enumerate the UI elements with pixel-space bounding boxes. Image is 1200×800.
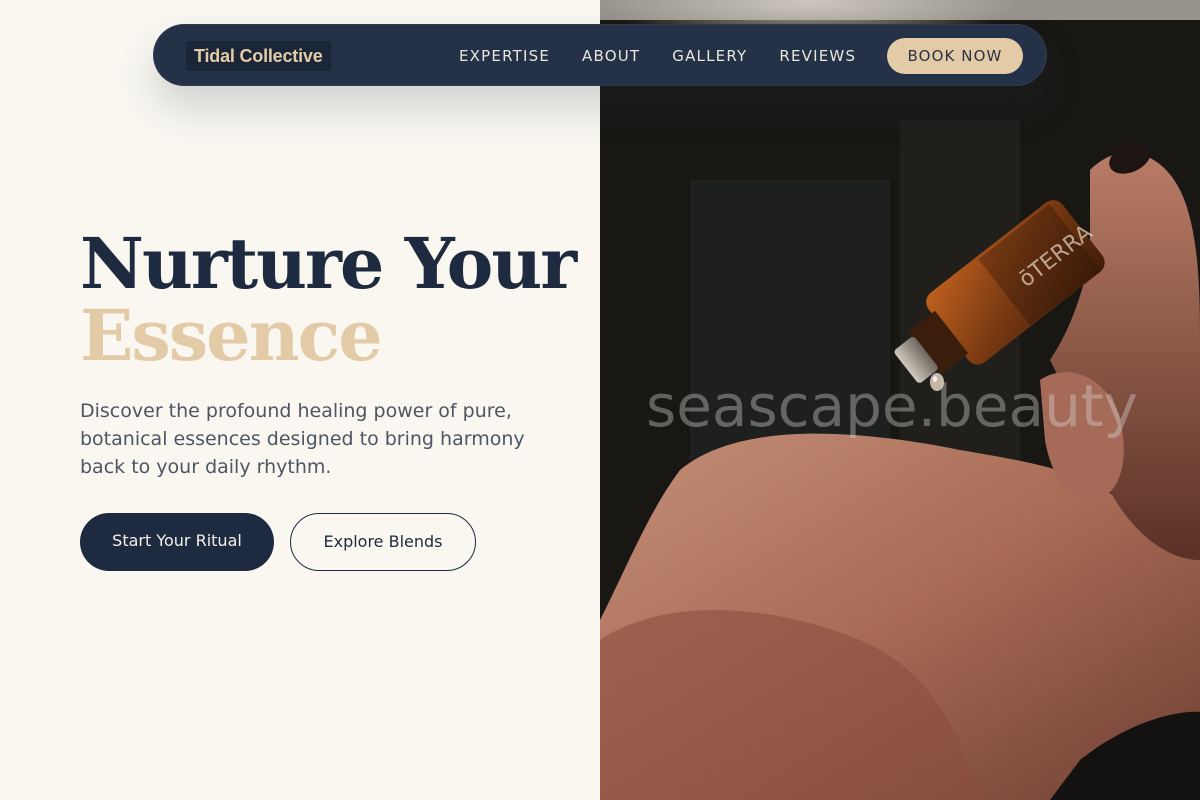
headline-line-1: Nurture Your <box>80 222 577 305</box>
hero-photo: ōTERRA seascape.beauty <box>600 0 1200 800</box>
start-ritual-button[interactable]: Start Your Ritual <box>80 513 274 571</box>
headline-line-2: Essence <box>80 294 383 377</box>
nav-link-reviews[interactable]: REVIEWS <box>779 47 856 65</box>
top-navigation-bar: Tidal Collective EXPERTISE ABOUT GALLERY… <box>153 24 1047 86</box>
nav-links: EXPERTISE ABOUT GALLERY REVIEWS <box>459 25 888 87</box>
hero-subtext: Discover the profound healing power of p… <box>80 400 525 478</box>
hero-headline: Nurture Your Essence <box>80 222 577 377</box>
explore-blends-button[interactable]: Explore Blends <box>290 513 476 571</box>
book-now-button[interactable]: BOOK NOW <box>887 38 1023 74</box>
nav-link-gallery[interactable]: GALLERY <box>672 47 747 65</box>
watermark-text: seascape.beauty <box>646 372 1138 440</box>
nav-link-expertise[interactable]: EXPERTISE <box>459 47 550 65</box>
brand-logo[interactable]: Tidal Collective <box>186 41 331 71</box>
nav-link-about[interactable]: ABOUT <box>582 47 640 65</box>
